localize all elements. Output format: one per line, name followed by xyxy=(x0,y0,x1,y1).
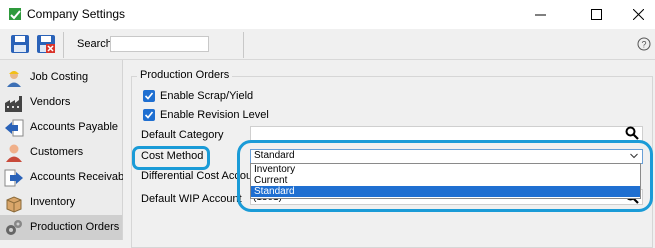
sidebar-item-label: Production Orders xyxy=(30,221,120,233)
enable-scrap-label: Enable Scrap/Yield xyxy=(160,90,254,102)
sidebar-item-label: Job Costing xyxy=(30,71,89,83)
enable-scrap-checkbox[interactable] xyxy=(143,90,155,102)
close-icon xyxy=(632,9,644,20)
save-close-icon[interactable] xyxy=(36,34,56,54)
enable-revision-label: Enable Revision Level xyxy=(160,109,269,121)
minimize-button[interactable] xyxy=(517,0,563,29)
svg-text:?: ? xyxy=(641,40,646,50)
cost-method-callout xyxy=(132,146,210,170)
default-wip-label: Default WIP Account xyxy=(141,193,242,205)
toolbar: Search ? xyxy=(0,29,655,60)
help-icon[interactable]: ? xyxy=(637,37,651,51)
save-icon[interactable] xyxy=(10,34,30,54)
title-bar: Company Settings xyxy=(0,0,655,29)
toolbar-divider xyxy=(243,32,244,58)
sidebar-item-label: Accounts Payable xyxy=(30,121,119,133)
check-icon xyxy=(144,92,154,100)
sidebar: Job Costing Vendors Accounts Payable Cus… xyxy=(0,60,133,240)
sidebar-item-customers[interactable]: Customers xyxy=(0,140,122,165)
main-panel: Production Orders Enable Scrap/Yield Ena… xyxy=(123,60,655,248)
search-label: Search xyxy=(77,38,112,50)
factory-icon xyxy=(5,96,22,112)
search-icon[interactable] xyxy=(625,126,639,140)
search-input[interactable] xyxy=(110,36,209,52)
enable-revision-checkbox[interactable] xyxy=(143,109,155,121)
toolbar-divider xyxy=(63,32,64,58)
maximize-icon xyxy=(590,9,602,20)
window-title: Company Settings xyxy=(27,7,126,21)
sidebar-item-label: Accounts Receivable xyxy=(30,171,133,183)
sidebar-item-job-costing[interactable]: Job Costing xyxy=(0,65,122,90)
sidebar-item-label: Customers xyxy=(30,146,84,158)
sidebar-item-inventory[interactable]: Inventory xyxy=(0,190,122,215)
close-button[interactable] xyxy=(615,0,655,29)
gears-icon xyxy=(6,220,22,235)
box-icon xyxy=(6,196,22,213)
worker-icon xyxy=(7,71,21,87)
app-icon xyxy=(9,8,21,20)
sidebar-item-vendors[interactable]: Vendors xyxy=(0,90,122,115)
minimize-icon xyxy=(534,14,546,16)
sidebar-item-label: Inventory xyxy=(30,196,76,208)
person-icon xyxy=(6,144,22,162)
arrow-left-icon xyxy=(5,119,24,137)
check-icon xyxy=(144,111,154,119)
sidebar-item-production-orders[interactable]: Production Orders xyxy=(0,215,122,240)
sidebar-item-accounts-receivable[interactable]: Accounts Receivable xyxy=(0,165,133,190)
group-title: Production Orders xyxy=(137,69,233,81)
cost-method-dropdown-callout xyxy=(237,140,653,212)
arrow-right-icon xyxy=(4,169,23,187)
sidebar-item-accounts-payable[interactable]: Accounts Payable xyxy=(0,115,122,140)
maximize-button[interactable] xyxy=(573,0,619,29)
default-category-label: Default Category xyxy=(141,129,224,141)
sidebar-item-label: Vendors xyxy=(30,96,71,108)
